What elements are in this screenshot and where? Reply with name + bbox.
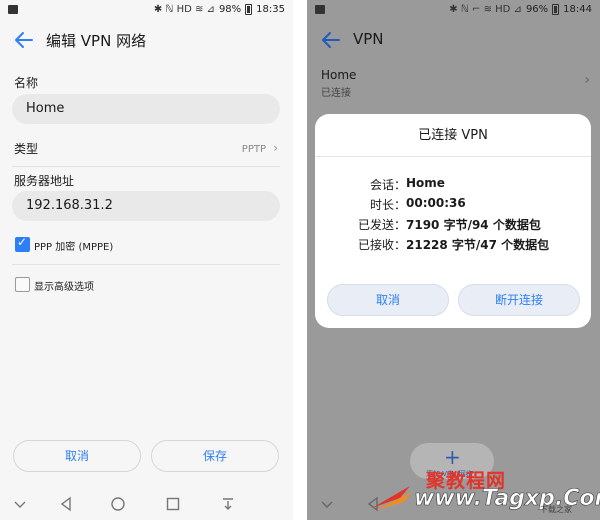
cancel-button[interactable]: 取消 [13, 440, 141, 472]
advanced-options-checkbox[interactable] [15, 277, 30, 292]
watermark-url: www.Tagxp.Com [414, 486, 600, 512]
notification-icon [315, 5, 325, 14]
type-selector[interactable]: 类型 PPTP › [14, 140, 280, 158]
nav-recents-icon[interactable] [165, 496, 181, 512]
server-label: 服务器地址 [14, 174, 75, 188]
chevron-right-icon: › [273, 141, 278, 155]
status-bar: ✱ ℕ HD ≋ ⊿ 98% 18:35 [0, 0, 293, 22]
dialog-title: 已连接 VPN [418, 128, 488, 143]
nav-back-icon[interactable] [58, 496, 74, 512]
disconnect-button[interactable]: 断开连接 [458, 284, 580, 316]
navigation-bar [0, 490, 293, 520]
divider [12, 166, 280, 167]
type-value: PPTP [241, 144, 266, 155]
received-key: 已接收： [357, 238, 406, 252]
ppp-encryption-checkbox[interactable] [15, 235, 30, 252]
info-row-sent: 已发送： 7190 字节/94 个数据包 [315, 216, 591, 234]
vpn-list-item-home[interactable]: Home 已连接 › [307, 58, 600, 104]
back-arrow-icon[interactable] [319, 28, 343, 52]
divider [12, 264, 280, 265]
status-bar: ✱ ℕ ⌐ ≋ HD ⊿ 96% 18:44 [307, 0, 600, 22]
notification-icon [8, 5, 18, 14]
sent-key: 已发送： [357, 218, 406, 232]
info-row-session: 会话： Home [315, 176, 591, 194]
session-value: Home [406, 176, 445, 190]
vpn-status: 已连接 [321, 88, 351, 99]
save-button[interactable]: 保存 [151, 440, 279, 472]
edit-vpn-screen: ✱ ℕ HD ≋ ⊿ 98% 18:35 编辑 VPN 网络 名称 Home 类… [0, 0, 293, 520]
screen-gap [293, 0, 307, 520]
name-input[interactable]: Home [12, 94, 280, 124]
vpn-connected-dialog: 已连接 VPN 会话： Home 时长： 00:00:36 已发送： 7190 … [315, 114, 591, 328]
info-row-received: 已接收： 21228 字节/47 个数据包 [315, 236, 591, 254]
ppp-encryption-label: PPP 加密 (MPPE) [34, 242, 114, 253]
info-row-duration: 时长： 00:00:36 [315, 196, 591, 214]
page-title: VPN [353, 30, 384, 48]
status-icons: ✱ ℕ HD ≋ ⊿ [153, 4, 215, 15]
page-title: 编辑 VPN 网络 [46, 32, 147, 50]
title-bar: VPN [307, 22, 600, 58]
swoosh-logo-icon [372, 486, 412, 510]
battery-icon [552, 4, 560, 15]
collapse-down-icon[interactable] [12, 496, 28, 512]
title-bar: 编辑 VPN 网络 [0, 22, 293, 58]
watermark: 聚教程网 www.Tagxp.Com 下载之家 [370, 466, 600, 516]
sent-value: 7190 字节/94 个数据包 [406, 218, 541, 232]
battery-percent: 96% [525, 4, 549, 15]
clock: 18:44 [563, 4, 592, 15]
watermark-side-text: 下载之家 [540, 505, 572, 514]
dialog-divider [315, 156, 591, 157]
vpn-list-screen: ✱ ℕ ⌐ ≋ HD ⊿ 96% 18:44 VPN Home 已连接 › 已连… [307, 0, 600, 520]
notification-shade-icon[interactable] [220, 496, 236, 512]
name-label: 名称 [14, 76, 39, 90]
collapse-down-icon[interactable] [319, 496, 335, 512]
battery-icon [245, 4, 253, 15]
chevron-right-icon: › [584, 72, 590, 88]
battery-percent: 98% [218, 4, 242, 15]
nav-home-icon[interactable] [110, 496, 126, 512]
clock: 18:35 [256, 4, 285, 15]
advanced-options-label: 显示高级选项 [34, 282, 94, 293]
vpn-name: Home [321, 68, 357, 82]
session-key: 会话： [369, 178, 406, 192]
duration-value: 00:00:36 [406, 196, 466, 210]
status-icons: ✱ ℕ ⌐ ≋ HD ⊿ [449, 4, 522, 15]
server-address-input[interactable]: 192.168.31.2 [12, 191, 280, 221]
duration-key: 时长： [369, 198, 406, 212]
type-label: 类型 [14, 142, 39, 156]
dialog-cancel-button[interactable]: 取消 [327, 284, 449, 316]
received-value: 21228 字节/47 个数据包 [406, 238, 550, 252]
back-arrow-icon[interactable] [12, 28, 36, 52]
